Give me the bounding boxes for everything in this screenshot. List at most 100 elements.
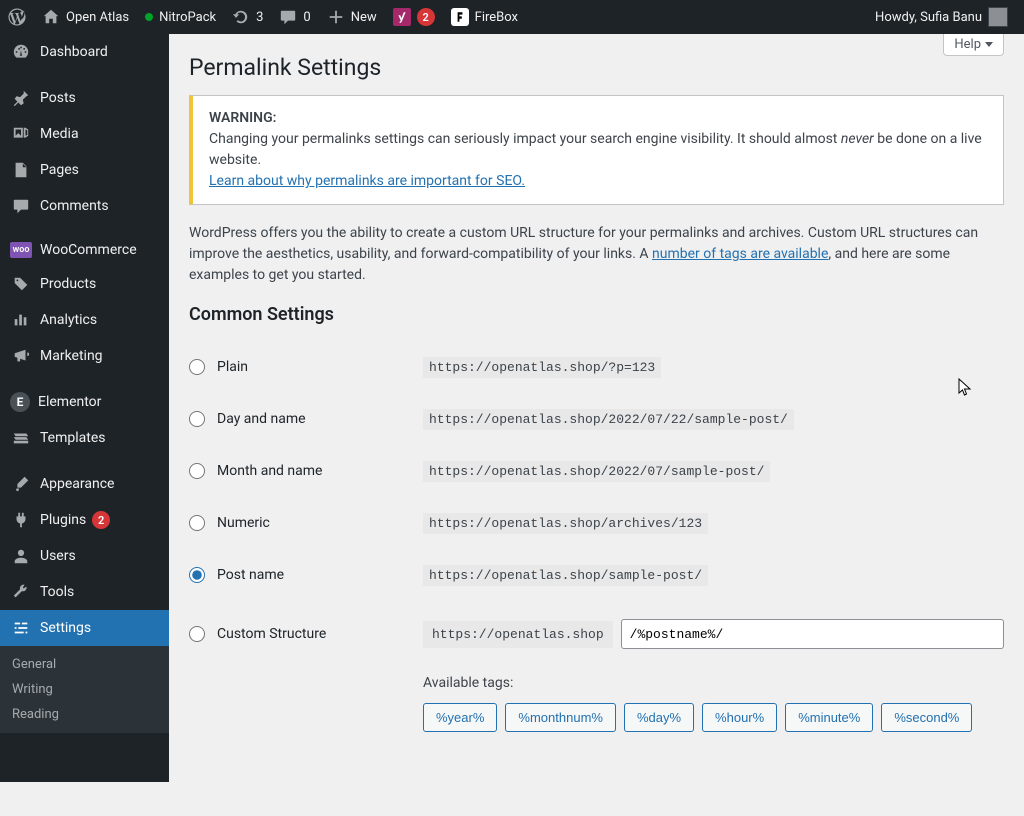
help-tab[interactable]: Help [943, 34, 1004, 56]
radio-postname[interactable] [189, 567, 205, 583]
plugins-badge: 2 [92, 511, 110, 529]
media-icon [10, 124, 32, 144]
sidebar-item-woocommerce[interactable]: woo WooCommerce [0, 234, 169, 266]
sidebar-item-label: Plugins [40, 512, 86, 528]
sidebar-item-appearance[interactable]: Appearance [0, 466, 169, 502]
new-content[interactable]: New [319, 0, 385, 34]
radio-label[interactable]: Day and name [217, 411, 306, 427]
tag-hour-button[interactable]: %hour% [702, 703, 777, 732]
plus-icon [327, 8, 345, 26]
sidebar-item-label: Appearance [40, 476, 114, 492]
sidebar-item-dashboard[interactable]: Dashboard [0, 34, 169, 70]
sidebar-item-label: Dashboard [40, 44, 108, 60]
custom-structure-input[interactable] [621, 619, 1004, 649]
firebox-label: FireBox [475, 10, 518, 25]
permalink-option-dayname: Day and name https://openatlas.shop/2022… [189, 393, 1004, 445]
sidebar-item-label: Media [40, 126, 79, 142]
home-icon [42, 8, 60, 26]
warning-text-1: Changing your permalinks settings can se… [209, 131, 841, 147]
submenu-item-general[interactable]: General [0, 652, 169, 677]
submenu-item-writing[interactable]: Writing [0, 677, 169, 702]
sidebar-item-label: Posts [40, 90, 76, 106]
sidebar-item-users[interactable]: Users [0, 538, 169, 574]
sidebar-item-marketing[interactable]: Marketing [0, 338, 169, 374]
sidebar-item-elementor[interactable]: E Elementor [0, 384, 169, 420]
sidebar-item-pages[interactable]: Pages [0, 152, 169, 188]
sidebar-item-plugins[interactable]: Plugins 2 [0, 502, 169, 538]
sidebar-item-label: Analytics [40, 312, 97, 328]
user-display-name: Sufia Banu [920, 10, 982, 25]
sidebar-item-tools[interactable]: Tools [0, 574, 169, 610]
radio-label[interactable]: Month and name [217, 463, 322, 479]
sidebar-item-label: Elementor [38, 394, 101, 410]
radio-plain[interactable] [189, 359, 205, 375]
admin-sidebar: Dashboard Posts Media Pages Comments woo… [0, 34, 169, 782]
warning-label: WARNING: [209, 110, 276, 126]
dashboard-icon [10, 42, 32, 62]
permalink-option-numeric: Numeric https://openatlas.shop/archives/… [189, 497, 1004, 549]
example-code: https://openatlas.shop/archives/123 [423, 513, 708, 534]
warning-never: never [841, 131, 874, 147]
sidebar-item-settings[interactable]: Settings [0, 610, 169, 646]
radio-monthname[interactable] [189, 463, 205, 479]
comments[interactable]: 0 [271, 0, 318, 34]
sliders-icon [10, 618, 32, 638]
custom-prefix: https://openatlas.shop [423, 621, 613, 648]
sidebar-item-products[interactable]: Products [0, 266, 169, 302]
available-tags-label: Available tags: [423, 675, 1004, 691]
example-code: https://openatlas.shop/2022/07/22/sample… [423, 409, 794, 430]
yoast[interactable]: 2 [385, 0, 443, 34]
permalink-option-monthname: Month and name https://openatlas.shop/20… [189, 445, 1004, 497]
radio-numeric[interactable] [189, 515, 205, 531]
my-account[interactable]: Howdy, Sufia Banu [867, 0, 1016, 34]
available-tags-section: Available tags: %year% %monthnum% %day% … [423, 675, 1004, 732]
intro-paragraph: WordPress offers you the ability to crea… [189, 223, 1004, 286]
common-settings-heading: Common Settings [189, 304, 1004, 325]
wp-logo[interactable] [0, 0, 34, 34]
tag-minute-button[interactable]: %minute% [785, 703, 873, 732]
comment-icon [10, 196, 32, 216]
analytics-icon [10, 310, 32, 330]
yoast-icon [393, 8, 411, 26]
update-icon [232, 8, 250, 26]
permalink-option-postname: Post name https://openatlas.shop/sample-… [189, 549, 1004, 601]
sidebar-item-media[interactable]: Media [0, 116, 169, 152]
nitropack[interactable]: NitroPack [137, 0, 224, 34]
example-code: https://openatlas.shop/?p=123 [423, 357, 661, 378]
warning-link[interactable]: Learn about why permalinks are important… [209, 173, 525, 189]
example-code: https://openatlas.shop/2022/07/sample-po… [423, 461, 770, 482]
radio-label[interactable]: Custom Structure [217, 626, 326, 642]
warning-notice: WARNING: Changing your permalinks settin… [189, 95, 1004, 205]
sidebar-item-analytics[interactable]: Analytics [0, 302, 169, 338]
yoast-count: 2 [417, 8, 435, 26]
updates[interactable]: 3 [224, 0, 271, 34]
firebox[interactable]: FireBox [443, 0, 526, 34]
radio-label[interactable]: Post name [217, 567, 284, 583]
radio-label[interactable]: Numeric [217, 515, 270, 531]
tag-year-button[interactable]: %year% [423, 703, 497, 732]
permalink-option-custom: Custom Structure https://openatlas.shop [189, 601, 1004, 667]
intro-link[interactable]: number of tags are available [652, 246, 828, 262]
radio-label[interactable]: Plain [217, 359, 248, 375]
elementor-icon: E [10, 392, 30, 412]
site-name[interactable]: Open Atlas [34, 0, 137, 34]
tag-monthnum-button[interactable]: %monthnum% [505, 703, 616, 732]
example-code: https://openatlas.shop/sample-post/ [423, 565, 708, 586]
plugin-icon [10, 510, 32, 530]
updates-count: 3 [256, 10, 263, 25]
avatar [988, 7, 1008, 27]
sidebar-item-posts[interactable]: Posts [0, 80, 169, 116]
radio-custom[interactable] [189, 626, 205, 642]
radio-dayname[interactable] [189, 411, 205, 427]
tag-second-button[interactable]: %second% [881, 703, 972, 732]
sidebar-item-templates[interactable]: Templates [0, 420, 169, 456]
sidebar-item-comments[interactable]: Comments [0, 188, 169, 224]
howdy-prefix: Howdy, [875, 10, 920, 25]
settings-submenu: General Writing Reading [0, 646, 169, 733]
megaphone-icon [10, 346, 32, 366]
tag-day-button[interactable]: %day% [624, 703, 694, 732]
submenu-item-reading[interactable]: Reading [0, 702, 169, 727]
sidebar-item-label: WooCommerce [40, 242, 137, 258]
sidebar-item-label: Pages [40, 162, 79, 178]
products-icon [10, 274, 32, 294]
